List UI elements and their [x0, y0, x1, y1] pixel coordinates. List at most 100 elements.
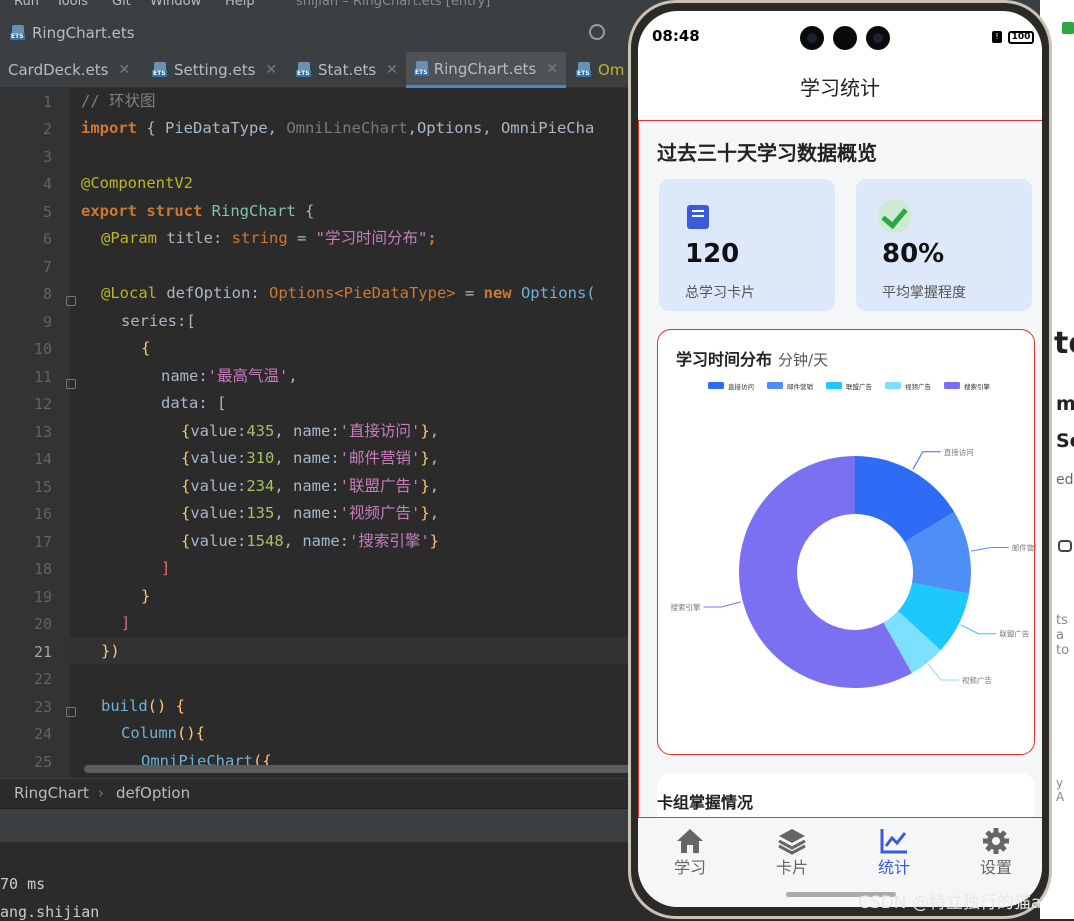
breadcrumb-separator: › [98, 784, 104, 802]
code-token: , [288, 367, 298, 385]
code-token: 310 [246, 449, 275, 467]
code-token: ] [161, 559, 171, 577]
line-number: 4 [42, 175, 52, 193]
leader-line [703, 601, 741, 608]
target-icon[interactable] [589, 24, 605, 40]
line-number: 24 [33, 725, 52, 743]
tab-study[interactable]: 学习 [650, 819, 730, 879]
tab-carddeck-label: CardDeck.ets [8, 61, 109, 79]
code-token: data: [ [161, 394, 227, 412]
comment-icon[interactable] [1058, 540, 1072, 552]
menu-tools[interactable]: Tools [56, 0, 88, 9]
line-number: 8 [42, 285, 52, 303]
fold-marker[interactable] [66, 296, 76, 306]
code-token: 1548 [246, 532, 284, 550]
legend-label: 搜索引擎 [964, 382, 991, 391]
deck-mastery-title: 卡组掌握情况 [657, 793, 754, 812]
legend-swatch[interactable] [708, 382, 724, 389]
line-number: 25 [33, 753, 52, 771]
camera-icon [800, 26, 824, 50]
code-token: = [455, 284, 484, 302]
current-file-label: RingChart.ets [32, 24, 135, 42]
section-title: 过去三十天学习数据概览 [657, 141, 877, 165]
stat-card-mastery: 80% 平均掌握程度 [856, 179, 1032, 311]
menu-window[interactable]: Window [150, 0, 201, 9]
line-number: 18 [33, 560, 52, 578]
book-icon [687, 205, 709, 229]
close-icon[interactable]: ✕ [119, 62, 131, 78]
menu-help[interactable]: Help [225, 0, 255, 9]
code-token: () { [147, 697, 185, 715]
code-token: ] [121, 614, 131, 632]
code-token: 234 [246, 477, 275, 495]
line-number: 5 [42, 203, 52, 221]
tab-stats[interactable]: 统计 [854, 819, 934, 879]
menu-git[interactable]: Git [112, 0, 131, 9]
line-number: 13 [33, 423, 52, 441]
line-number: 19 [33, 588, 52, 606]
gear-icon [983, 828, 1009, 854]
right-panel-text: y A [1056, 776, 1065, 804]
legend-swatch[interactable] [826, 382, 842, 389]
breadcrumb: RingChart › defOption [0, 778, 640, 808]
code-token: Options( [511, 284, 596, 302]
line-number: 14 [33, 450, 52, 468]
current-file[interactable]: RingChart.ets [10, 24, 135, 42]
code-line: Column(){ [121, 720, 205, 747]
code-line: @ComponentV2 [81, 170, 193, 197]
code-token: @Local [101, 284, 157, 302]
tab-stat-label: Stat.ets [318, 61, 377, 79]
slice-label: 搜索引擎 [671, 602, 701, 612]
right-panel-text: Se [1056, 430, 1074, 452]
layers-icon [778, 829, 806, 855]
code-line: {value:435, name:'直接访问'}, [181, 422, 440, 440]
stat-value: 80% [882, 239, 945, 269]
menu-run[interactable]: Run [14, 0, 39, 9]
legend-swatch[interactable] [767, 382, 783, 389]
project-info: shijian – RingChart.ets [entry] [296, 0, 491, 9]
line-number: 16 [33, 505, 52, 523]
console-text: ang.shijian [0, 903, 100, 921]
breadcrumb-ringchart[interactable]: RingChart [14, 784, 89, 802]
legend-swatch[interactable] [944, 382, 960, 389]
fold-marker[interactable] [66, 379, 76, 389]
tab-ringchart[interactable]: RingChart.ets ✕ [406, 52, 566, 88]
code-token: RingChart [202, 202, 296, 220]
breadcrumb-defoption[interactable]: defOption [116, 784, 190, 802]
code-line: {value:310, name:'邮件营销'}, [181, 449, 440, 467]
slice-label: 视频广告 [962, 675, 992, 685]
tab-omni[interactable]: Om [568, 52, 632, 88]
legend-swatch[interactable] [885, 382, 901, 389]
close-icon[interactable]: ✕ [386, 62, 398, 78]
stats-scroll-content[interactable]: 过去三十天学习数据概览 120 总学习卡片 80% 平均掌握程度 学习时间分布分… [638, 120, 1042, 818]
code-line: @Param title: string = "学习时间分布"; [101, 225, 437, 252]
phone-emulator: 08:48 ! 100 学习统计 过去三十天学习数据概览 120 总学习卡片 8… [628, 0, 1052, 919]
leader-line [971, 547, 1009, 552]
ets-file-icon [576, 62, 592, 78]
horizontal-scrollbar[interactable] [84, 765, 634, 773]
line-number: 15 [33, 478, 52, 496]
tab-label: 学习 [673, 858, 706, 877]
code-token: @ComponentV2 [81, 174, 193, 192]
stat-label: 总学习卡片 [685, 285, 755, 301]
line-number: 10 [33, 340, 52, 358]
ring-chart[interactable]: 直接访问邮件营销联盟广告视频广告搜索引擎直接访问邮件营销联盟广告视频广告搜索引擎 [658, 330, 1036, 756]
fold-marker[interactable] [66, 707, 76, 717]
right-panel-text: m [1056, 393, 1074, 415]
code-token: import [81, 119, 137, 137]
close-icon[interactable]: ✕ [265, 62, 277, 78]
code-token: '视频广告' [339, 504, 421, 522]
line-number: 6 [42, 230, 52, 248]
tab-omni-label: Om [598, 61, 625, 79]
tab-cards[interactable]: 卡片 [752, 819, 832, 879]
tab-settings[interactable]: 设置 [956, 819, 1036, 879]
tab-setting[interactable]: Setting.ets ✕ [144, 52, 285, 88]
code-editor[interactable]: // 环状图 import { PieDataType, OmniLineCha… [81, 88, 641, 778]
code-token: "学习时间分布" [315, 229, 428, 247]
status-time: 08:48 [652, 27, 700, 45]
tab-carddeck[interactable]: CardDeck.ets ✕ [0, 52, 138, 88]
close-icon[interactable]: ✕ [546, 61, 558, 77]
code-line: @Local defOption: Options<PieDataType> =… [101, 280, 596, 307]
tab-stat[interactable]: Stat.ets ✕ [288, 52, 406, 88]
code-line: export struct RingChart { [81, 198, 314, 225]
